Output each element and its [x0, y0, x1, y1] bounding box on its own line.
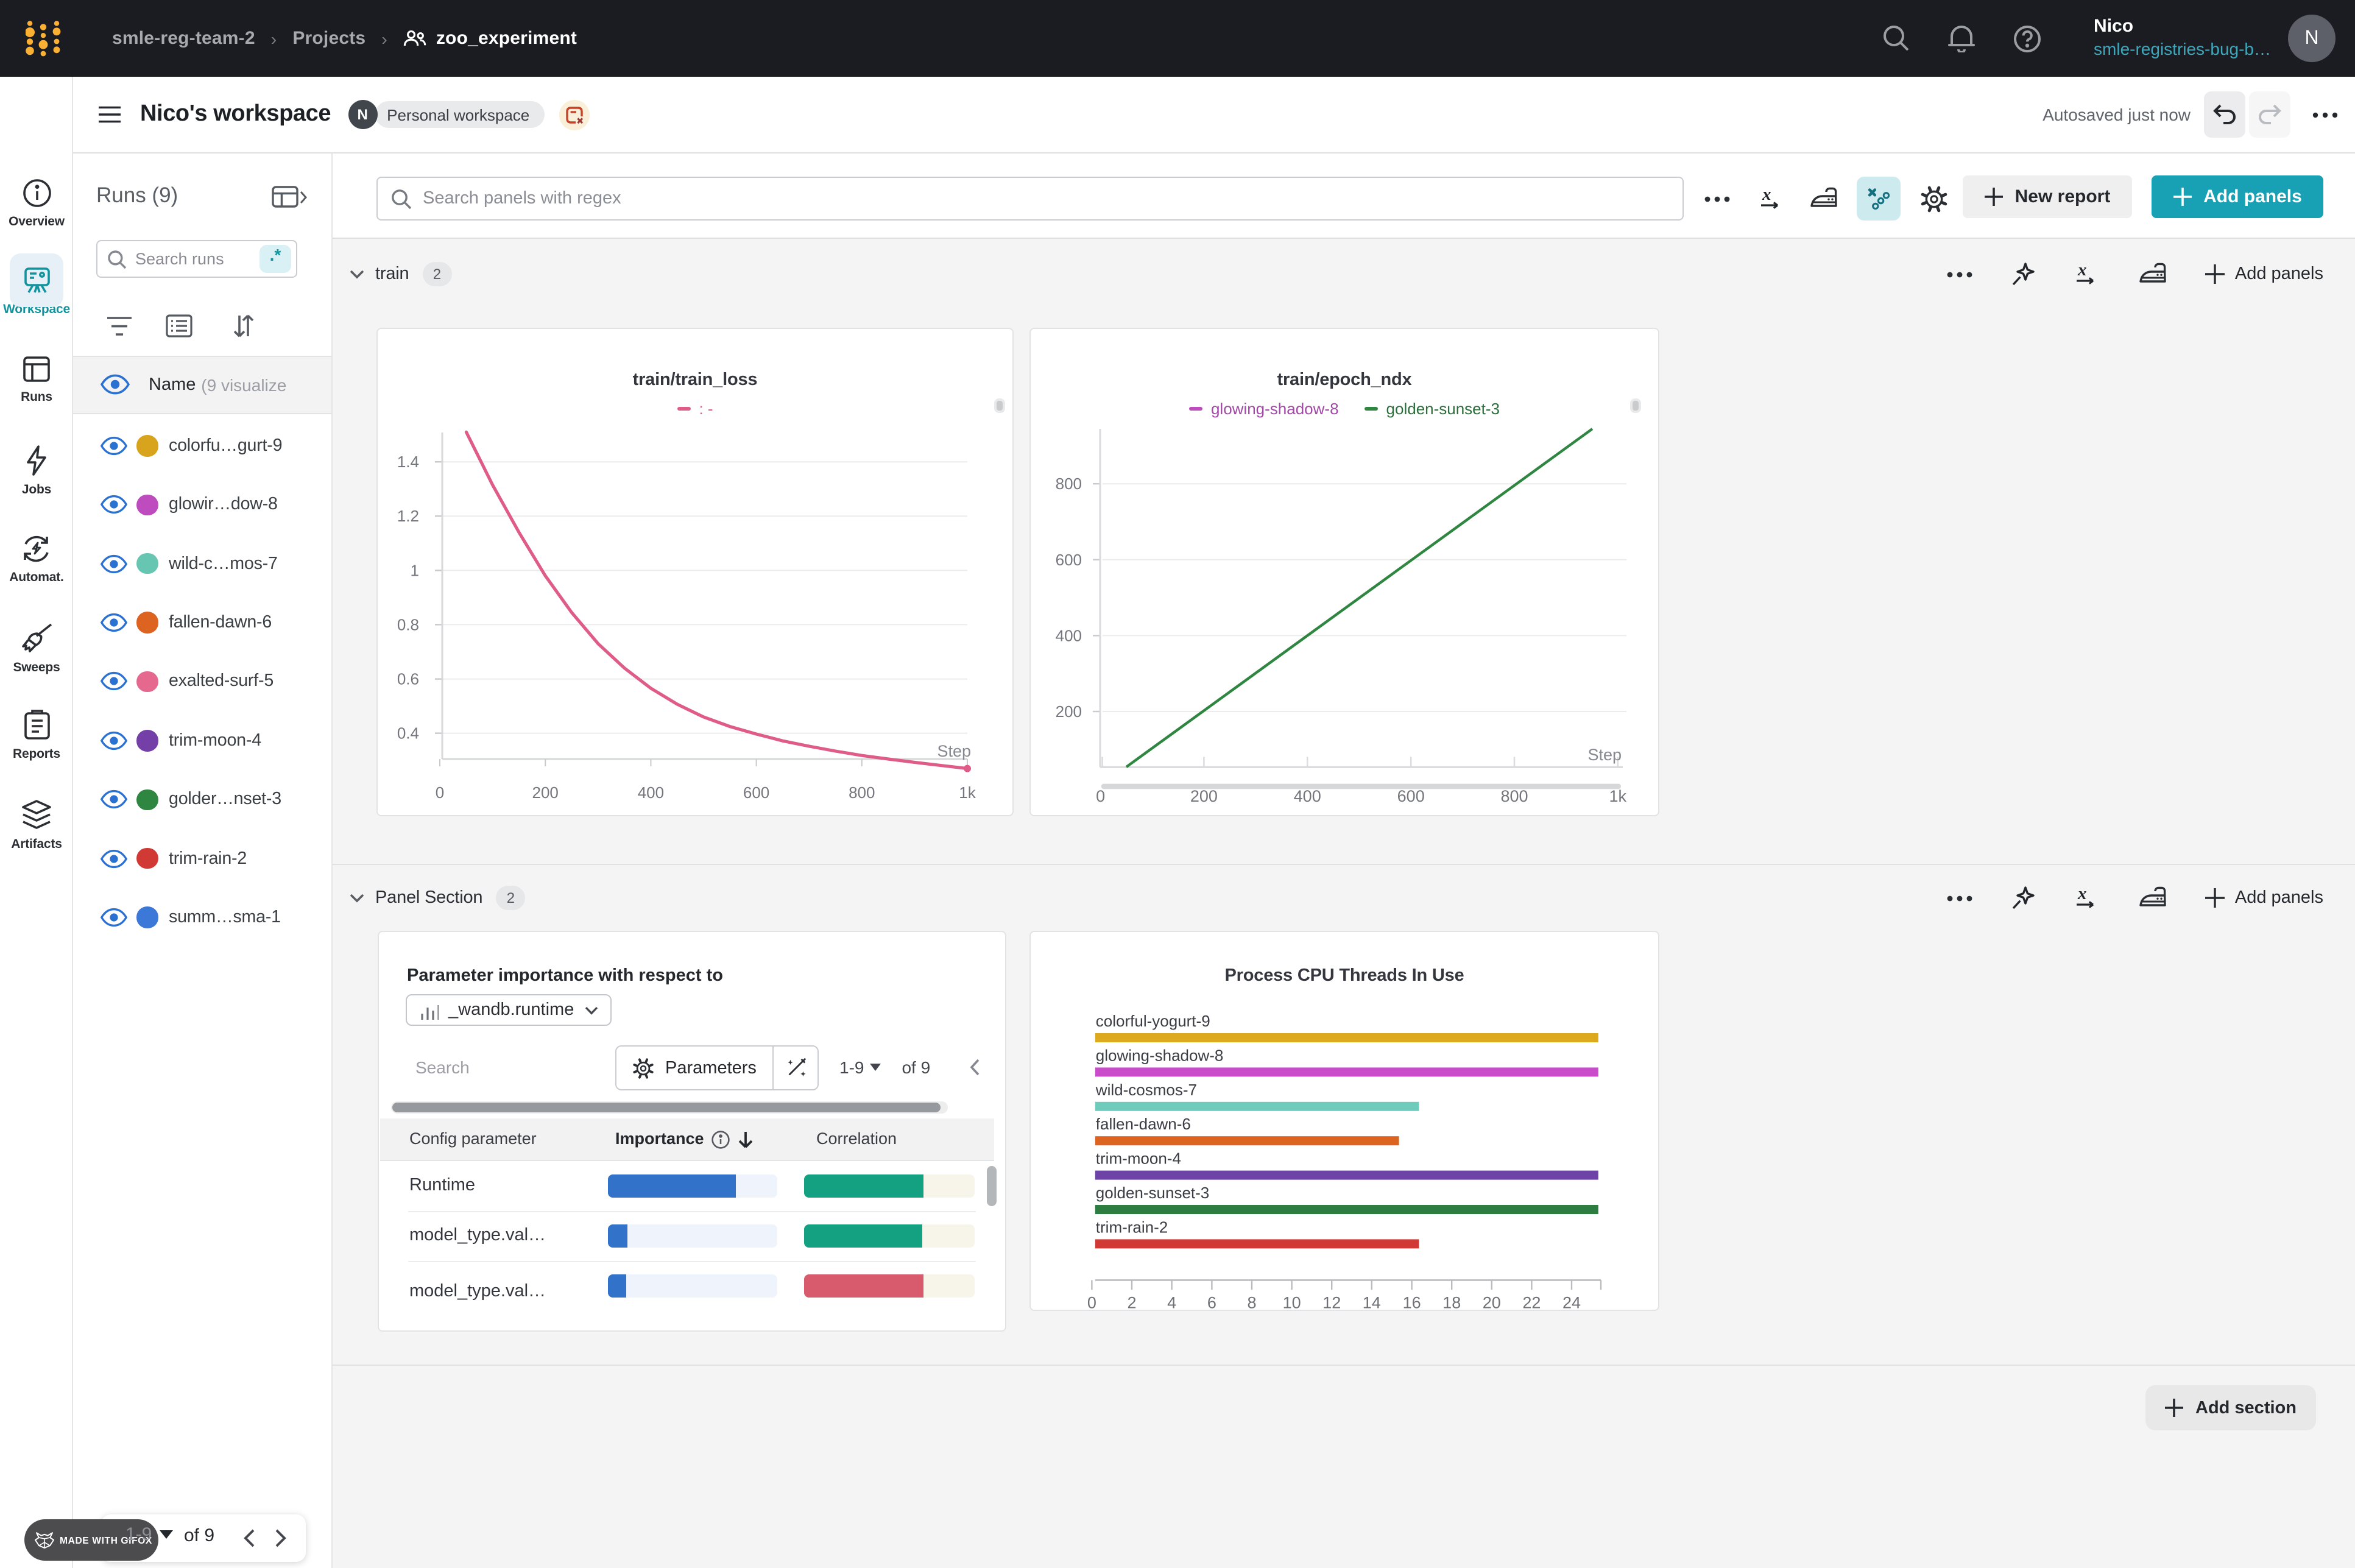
svg-text:trim-rain-2: trim-rain-2 [1096, 1218, 1168, 1236]
svg-text:Step: Step [1587, 746, 1622, 764]
svg-text:Step: Step [937, 742, 971, 760]
svg-text:600: 600 [1056, 551, 1082, 569]
svg-text:600: 600 [743, 783, 769, 802]
svg-text:0.6: 0.6 [397, 670, 419, 688]
svg-text:200: 200 [1190, 787, 1218, 805]
svg-text:x: x [2078, 885, 2088, 903]
svg-text:16: 16 [1403, 1293, 1421, 1310]
svg-text:10: 10 [1283, 1293, 1301, 1310]
svg-text:200: 200 [1056, 702, 1082, 721]
svg-text:0: 0 [1087, 1293, 1096, 1310]
svg-text:24: 24 [1562, 1293, 1581, 1310]
svg-text:golden-sunset-3: golden-sunset-3 [1096, 1184, 1209, 1202]
svg-text:14: 14 [1363, 1293, 1381, 1310]
svg-text:1k: 1k [959, 783, 976, 802]
svg-text:fallen-dawn-6: fallen-dawn-6 [1096, 1115, 1191, 1133]
svg-text:1.2: 1.2 [397, 507, 419, 525]
svg-text:0.4: 0.4 [397, 724, 419, 743]
svg-text:2: 2 [1127, 1293, 1136, 1310]
svg-text:glowing-shadow-8: glowing-shadow-8 [1096, 1046, 1224, 1064]
svg-text:12: 12 [1322, 1293, 1341, 1310]
svg-text:200: 200 [532, 783, 559, 802]
svg-text:0: 0 [1096, 787, 1105, 805]
svg-text:800: 800 [1056, 475, 1082, 493]
svg-text:400: 400 [1294, 787, 1321, 805]
svg-text:400: 400 [1056, 626, 1082, 645]
svg-text:8: 8 [1247, 1293, 1256, 1310]
svg-text:0.8: 0.8 [397, 615, 419, 634]
svg-text:0: 0 [436, 783, 444, 802]
svg-text:600: 600 [1397, 787, 1425, 805]
svg-text:20: 20 [1483, 1293, 1501, 1310]
svg-text:400: 400 [638, 783, 664, 802]
svg-text:x: x [1762, 185, 1771, 204]
svg-text:18: 18 [1442, 1293, 1461, 1310]
svg-text:1k: 1k [1609, 787, 1627, 805]
svg-text:4: 4 [1167, 1293, 1176, 1310]
svg-text:22: 22 [1522, 1293, 1541, 1310]
svg-text:1: 1 [411, 561, 419, 579]
svg-text:x: x [2078, 261, 2088, 280]
svg-text:800: 800 [1500, 787, 1528, 805]
svg-text:800: 800 [849, 783, 875, 802]
svg-text:colorful-yogurt-9: colorful-yogurt-9 [1096, 1012, 1210, 1030]
svg-text:wild-cosmos-7: wild-cosmos-7 [1095, 1081, 1197, 1099]
svg-text:trim-moon-4: trim-moon-4 [1096, 1150, 1181, 1168]
svg-text:1.4: 1.4 [397, 453, 419, 471]
svg-text:6: 6 [1207, 1293, 1216, 1310]
